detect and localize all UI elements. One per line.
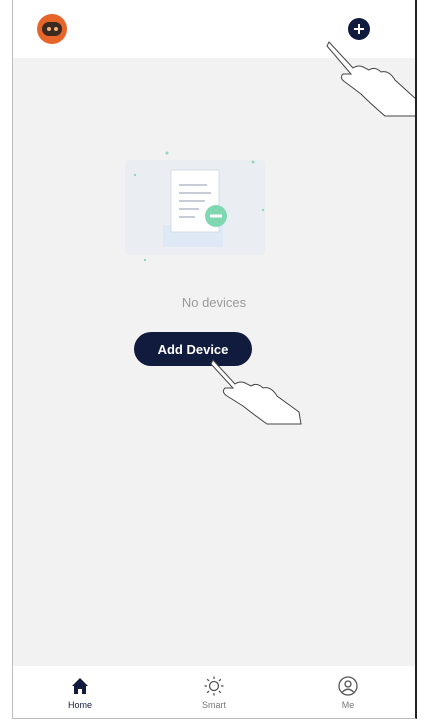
add-device-plus-button[interactable]: [348, 18, 370, 40]
tab-home[interactable]: Home: [40, 675, 120, 710]
tab-smart[interactable]: Smart: [174, 675, 254, 710]
tab-label: Home: [67, 699, 92, 710]
plus-icon: [354, 24, 364, 34]
empty-state-message: No devices: [181, 295, 247, 310]
pointer-hand-icon: [210, 359, 302, 425]
bottom-tab-bar: Home Smart Me: [13, 666, 415, 718]
tab-label: Smart: [201, 699, 226, 710]
tab-me[interactable]: Me: [308, 675, 388, 710]
page: No devices Add Device Home Smart Me: [0, 0, 428, 722]
document-minus-icon: [125, 151, 265, 262]
user-circle-icon: [338, 675, 358, 696]
home-icon: [72, 677, 88, 694]
app-screen: No devices Add Device Home Smart Me: [12, 0, 417, 719]
top-bar: [13, 0, 415, 58]
robot-logo-icon: [37, 14, 67, 44]
sun-icon: [204, 676, 224, 695]
add-device-button[interactable]: Add Device: [134, 332, 252, 366]
tab-label: Me: [341, 699, 355, 710]
